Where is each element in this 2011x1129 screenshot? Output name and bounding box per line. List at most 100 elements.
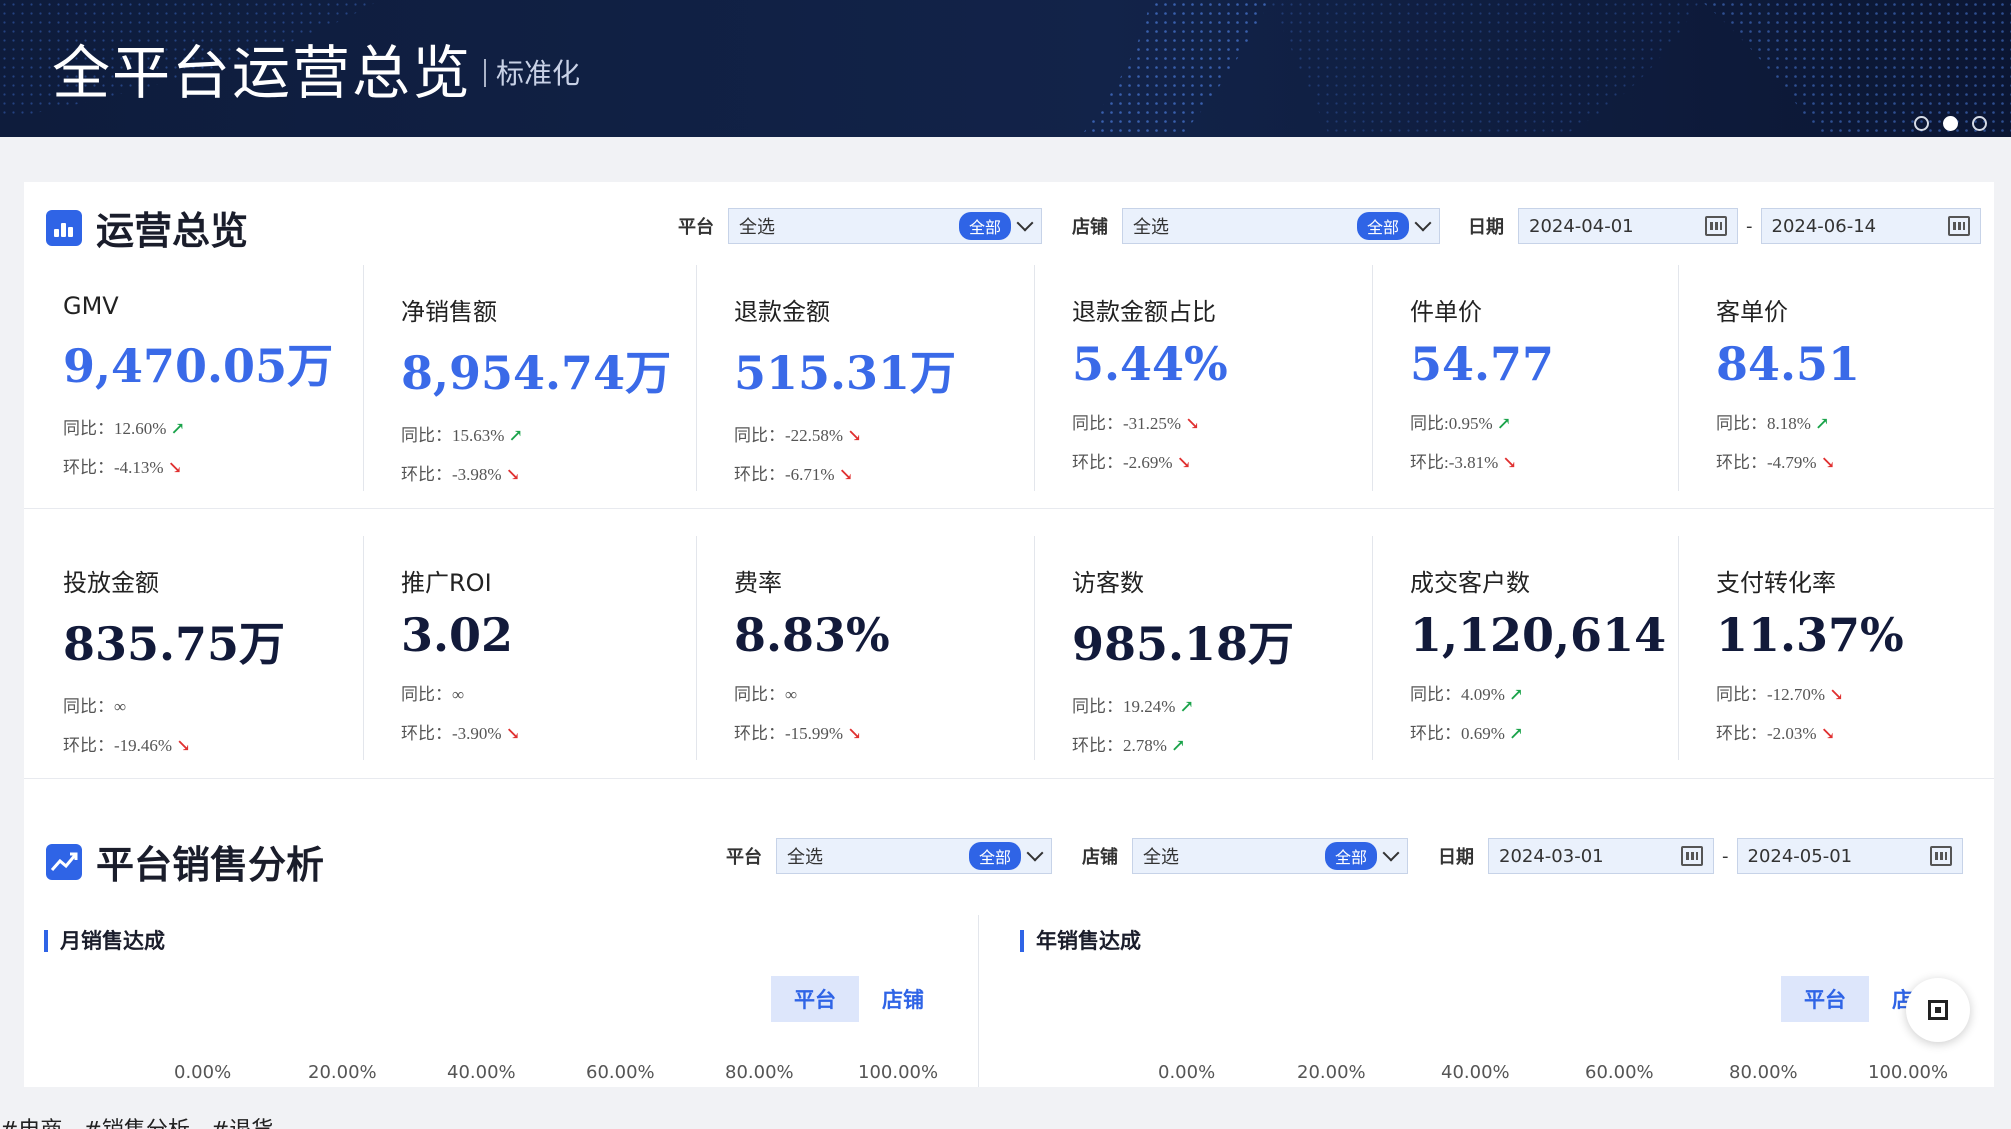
calendar-icon xyxy=(1681,846,1703,866)
kpi-mom: 环比：0.69% xyxy=(1410,724,1505,743)
yearly-toggle-platform[interactable]: 平台 xyxy=(1781,976,1869,1022)
kpi-label: 退款金额 xyxy=(734,298,830,326)
trend-down-icon: ↘ xyxy=(838,465,854,484)
header-banner: 全平台运营总览 标准化 xyxy=(0,0,2011,137)
kpi-fee-rate: 费率 8.83% 同比：∞ 环比：-15.99% ↘ xyxy=(734,563,1034,744)
platform-select[interactable]: 全选 全部 xyxy=(728,208,1042,244)
kpi-yoy: 同比：19.24% xyxy=(1072,697,1176,716)
kpi-yoy: 同比：∞ xyxy=(734,685,798,704)
kpi-value: 5.44% xyxy=(1072,337,1228,391)
kpi-label: GMV xyxy=(63,292,119,320)
end-date-value: 2024-05-01 xyxy=(1747,845,1853,867)
kpi-ad-spend: 投放金额 835.75万 同比：∞ 环比：-19.46% ↘ xyxy=(63,563,363,756)
store-select-tag: 全部 xyxy=(1324,842,1377,870)
kpi-yoy: 同比:0.95% xyxy=(1410,414,1493,433)
calendar-icon xyxy=(1947,216,1970,236)
kpi-mom: 环比：-6.71% xyxy=(734,465,835,484)
fullscreen-button[interactable] xyxy=(1906,978,1970,1042)
trend-down-icon: ↘ xyxy=(847,724,862,743)
kpi-label: 件单价 xyxy=(1410,298,1482,326)
axis-tick-label: 20.00% xyxy=(308,1062,377,1083)
sales-platform-select[interactable]: 全选 全部 xyxy=(776,838,1052,874)
kpi-refund-amount: 退款金额 515.31万 同比：-22.58% ↘ 环比：-6.71% ↘ xyxy=(734,292,1034,485)
calendar-icon xyxy=(1705,216,1727,236)
overview-filters: 平台 全选 全部 店铺 全选 全部 日期 2024-04-01 - 2024-0… xyxy=(678,208,1981,244)
platform-select-value: 全选 xyxy=(739,217,775,238)
store-select[interactable]: 全选 全部 xyxy=(1122,208,1440,244)
kpi-label: 推广ROI xyxy=(401,569,492,597)
platform-filter-label: 平台 xyxy=(726,847,762,868)
kpi-mom: 环比：-4.13% xyxy=(63,458,164,477)
hashtag[interactable]: #电商 xyxy=(0,1118,62,1129)
calendar-icon xyxy=(1929,846,1952,866)
trend-up-icon: ↗ xyxy=(1179,697,1194,716)
kpi-label: 净销售额 xyxy=(401,298,497,326)
axis-tick-label: 60.00% xyxy=(1585,1062,1654,1083)
kpi-value: 1,120,614 xyxy=(1410,608,1667,662)
chevron-down-icon xyxy=(1016,214,1034,232)
monthly-chart-title: 月销售达成 xyxy=(44,930,165,952)
start-date-input[interactable]: 2024-04-01 xyxy=(1518,208,1738,244)
trend-down-icon: ↘ xyxy=(1829,685,1844,704)
kpi-yoy: 同比：15.63% xyxy=(401,426,505,445)
kpi-mom: 环比：2.78% xyxy=(1072,736,1167,755)
kpi-mom: 环比：-2.03% xyxy=(1716,724,1817,743)
hashtag[interactable]: #销售分析 xyxy=(83,1118,189,1129)
kpi-mom: 环比：-19.46% xyxy=(63,736,173,755)
kpi-conversion-rate: 支付转化率 11.37% 同比：-12.70% ↘ 环比：-2.03% ↘ xyxy=(1716,563,1986,744)
trend-up-icon: ↗ xyxy=(1171,736,1186,755)
store-filter-label: 店铺 xyxy=(1072,217,1108,238)
kpi-roi: 推广ROI 3.02 同比：∞ 环比：-3.90% ↘ xyxy=(401,563,701,744)
sales-end-date-input[interactable]: 2024-05-01 xyxy=(1736,838,1963,874)
trend-down-icon: ↘ xyxy=(167,458,183,477)
page-title: 全平台运营总览 xyxy=(52,39,473,107)
kpi-mom: 环比：-3.98% xyxy=(401,465,502,484)
kpi-mom: 环比：-15.99% xyxy=(734,724,844,743)
date-filter-label: 日期 xyxy=(1468,217,1504,238)
kpi-yoy: 同比：∞ xyxy=(63,697,127,716)
kpi-value: 3.02 xyxy=(401,608,514,662)
monthly-toggle-platform[interactable]: 平台 xyxy=(771,976,859,1022)
kpi-label: 投放金额 xyxy=(63,569,159,597)
trend-up-icon: ↗ xyxy=(1815,414,1830,433)
platform-select-tag: 全部 xyxy=(958,212,1011,240)
pager-dot-1[interactable] xyxy=(1914,116,1929,131)
overview-header: 运营总览 xyxy=(46,200,248,255)
sales-start-date-input[interactable]: 2024-03-01 xyxy=(1488,838,1714,874)
kpi-unit-price: 件单价 54.77 同比:0.95% ↗ 环比:-3.81% ↘ xyxy=(1410,292,1660,473)
page-subtitle: 标准化 xyxy=(484,52,580,92)
kpi-gmv: GMV 9,470.05万 同比：12.60% ↗ 环比：-4.13% ↘ xyxy=(63,292,363,478)
kpi-mom: 环比：-2.69% xyxy=(1072,453,1173,472)
hashtag[interactable]: #退货 xyxy=(211,1118,273,1129)
kpi-mom: 环比：-4.79% xyxy=(1716,453,1817,472)
platform-select-value: 全选 xyxy=(787,847,823,868)
trend-down-icon: ↘ xyxy=(1820,453,1836,472)
pager-dot-2[interactable] xyxy=(1943,116,1958,131)
monthly-toggle: 平台 店铺 xyxy=(771,976,947,1022)
axis-tick-label: 20.00% xyxy=(1297,1062,1366,1083)
trend-up-icon: ↗ xyxy=(508,426,523,445)
pager-dot-3[interactable] xyxy=(1972,116,1987,131)
trend-down-icon: ↘ xyxy=(505,465,521,484)
trend-up-icon: ↗ xyxy=(170,419,185,438)
chevron-down-icon xyxy=(1382,844,1400,862)
kpi-yoy: 同比：12.60% xyxy=(63,419,167,438)
subtitle-text: 标准化 xyxy=(496,57,581,90)
kpi-value: 515.31万 xyxy=(734,346,957,400)
kpi-yoy: 同比：∞ xyxy=(401,685,465,704)
store-filter-label: 店铺 xyxy=(1082,847,1118,868)
end-date-input[interactable]: 2024-06-14 xyxy=(1760,208,1981,244)
trend-down-icon: ↘ xyxy=(505,724,521,743)
kpi-value: 54.77 xyxy=(1410,337,1555,391)
start-date-value: 2024-03-01 xyxy=(1499,845,1604,867)
store-select-value: 全选 xyxy=(1143,847,1179,868)
yearly-chart-title: 年销售达成 xyxy=(1020,930,1141,952)
kpi-value: 84.51 xyxy=(1716,337,1861,391)
kpi-value: 9,470.05万 xyxy=(63,339,334,393)
axis-tick-label: 40.00% xyxy=(447,1062,516,1083)
sales-store-select[interactable]: 全选 全部 xyxy=(1132,838,1408,874)
axis-tick-label: 100.00% xyxy=(1868,1062,1949,1083)
kpi-customer-price: 客单价 84.51 同比：8.18% ↗ 环比：-4.79% ↘ xyxy=(1716,292,1976,473)
hashtag-bar: #电商 #销售分析 #退货 xyxy=(0,1112,287,1129)
monthly-toggle-store[interactable]: 店铺 xyxy=(859,976,947,1022)
